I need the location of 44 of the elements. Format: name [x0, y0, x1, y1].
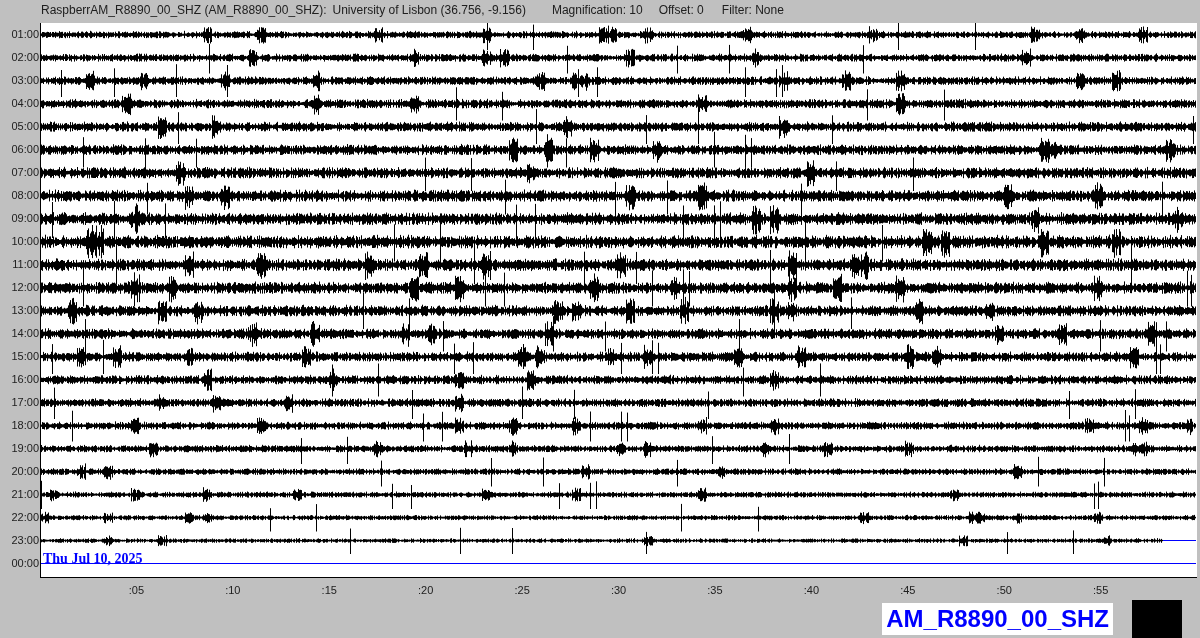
- hour-label: 00:00: [11, 555, 40, 571]
- hour-label: 16:00: [11, 371, 40, 387]
- minute-label: :25: [514, 582, 530, 598]
- minute-label: :15: [321, 582, 337, 598]
- offset-text: Offset: 0: [658, 2, 704, 20]
- minute-label: :55: [1093, 582, 1109, 598]
- minute-label: :10: [225, 582, 241, 598]
- hour-label: 23:00: [11, 532, 40, 548]
- hour-label: 06:00: [11, 141, 40, 157]
- hour-label: 20:00: [11, 463, 40, 479]
- location-text: University of Lisbon (36.756, -9.156): [332, 2, 526, 20]
- hour-label: 02:00: [11, 49, 40, 65]
- hour-label: 08:00: [11, 187, 40, 203]
- baseline: [1162, 539, 1196, 541]
- minute-label: :40: [803, 582, 819, 598]
- station-title: RaspberrAM_R8890_00_SHZ (AM_R8890_00_SHZ):: [41, 2, 327, 20]
- hour-label: 14:00: [11, 325, 40, 341]
- hour-label: 22:00: [11, 509, 40, 525]
- hour-label: 05:00: [11, 118, 40, 134]
- minute-label: :50: [996, 582, 1012, 598]
- hour-label: 12:00: [11, 279, 40, 295]
- hour-label: 10:00: [11, 233, 40, 249]
- station-label: AM_R8890_00_SHZ: [882, 603, 1113, 635]
- minute-label: :05: [128, 582, 145, 598]
- hour-label: 11:00: [12, 256, 40, 272]
- hour-label: 04:00: [11, 95, 40, 111]
- magnification-text: Magnification: 10: [551, 2, 643, 20]
- hour-label: 07:00: [11, 164, 40, 180]
- hour-label: 09:00: [11, 210, 40, 226]
- date-label: Thu Jul 10, 2025: [43, 551, 143, 566]
- hour-label: 21:00: [11, 486, 40, 502]
- minute-label: :35: [707, 582, 723, 598]
- hour-label: 13:00: [11, 302, 40, 318]
- hour-label: 01:00: [11, 26, 40, 42]
- hour-label: 18:00: [11, 417, 40, 433]
- filter-text: Filter: None: [721, 2, 784, 20]
- hour-label: 19:00: [11, 440, 40, 456]
- hour-label: 03:00: [11, 72, 40, 88]
- hour-label: 15:00: [11, 348, 40, 364]
- minute-label: :30: [610, 582, 627, 598]
- hour-label: 17:00: [11, 394, 40, 410]
- minute-label: :20: [418, 582, 434, 598]
- minute-label: :45: [900, 582, 916, 598]
- status-square: [1132, 600, 1182, 638]
